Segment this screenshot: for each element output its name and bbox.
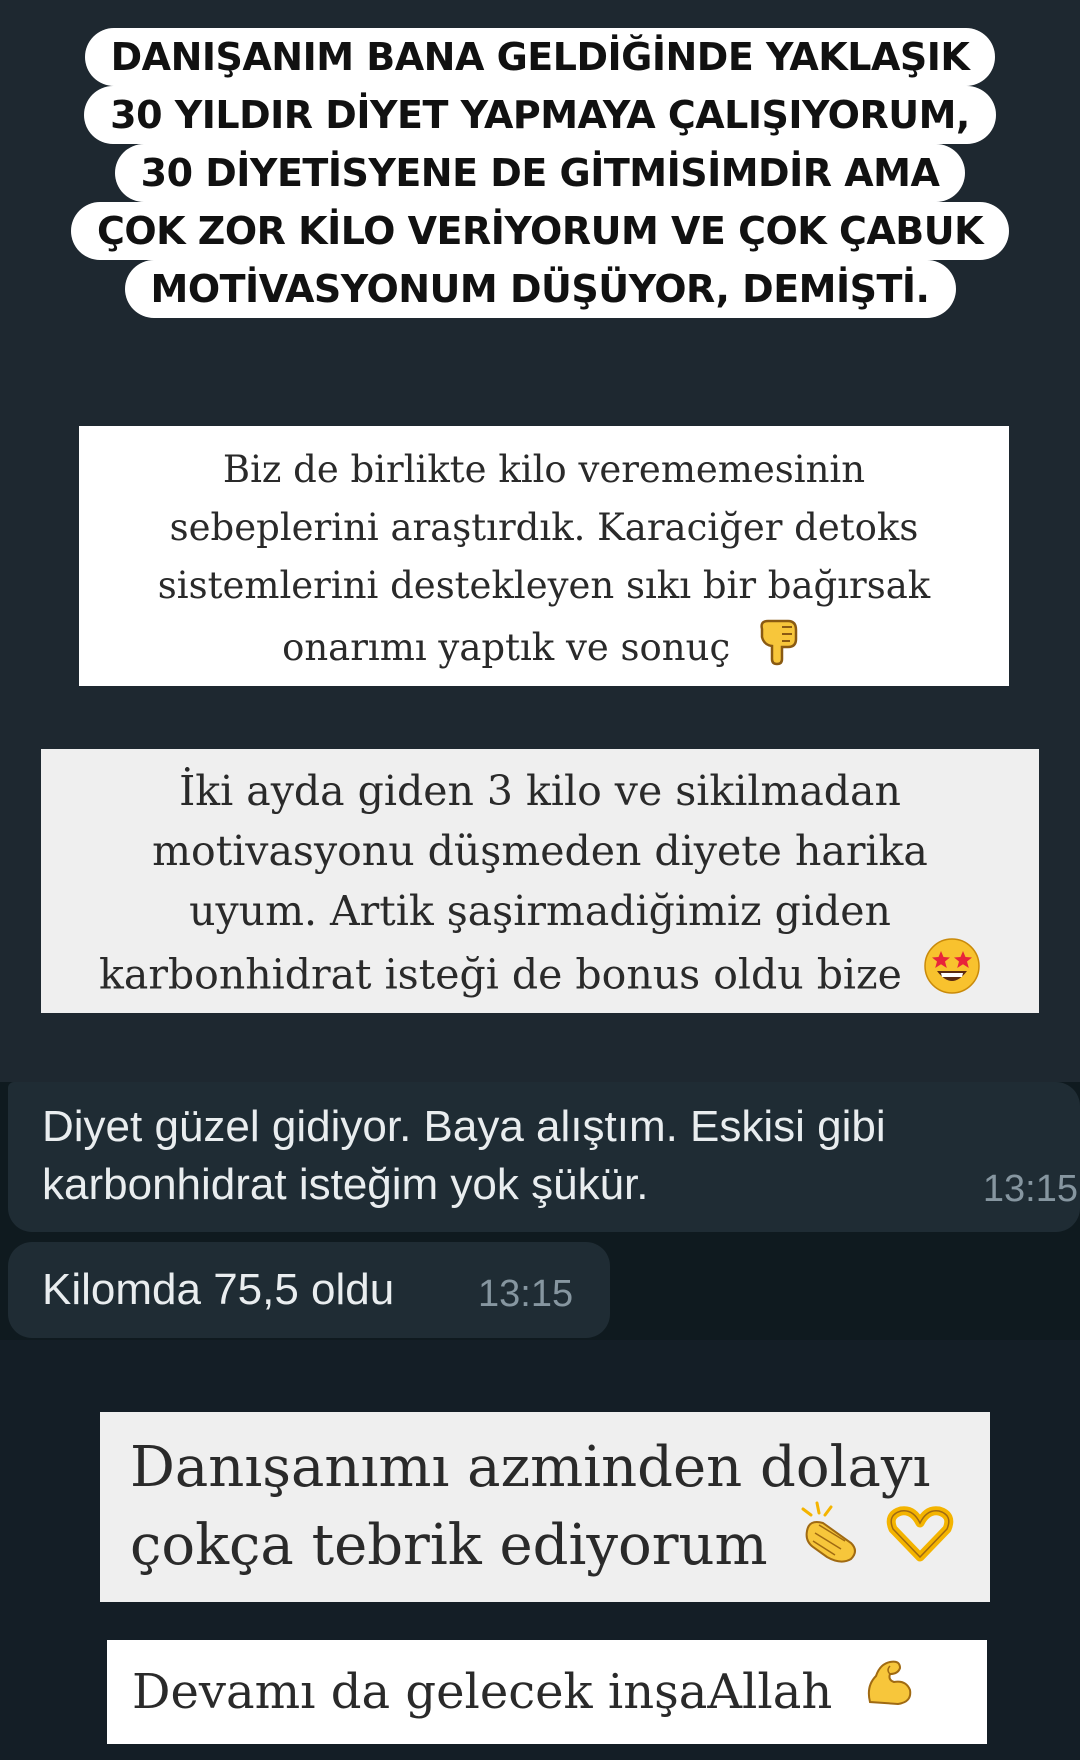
story-text-card-1: Biz de birlikte kilo verememesinin sebep… [79,426,1009,686]
message-timestamp: 13:15 [478,1273,574,1315]
card-line: sebeplerini araştırdık. Karaciğer detoks [169,506,919,549]
card-line: Biz de birlikte kilo verememesinin [222,448,866,491]
flexed-biceps-icon [862,1640,914,1744]
card-line: karbonhidrat isteği de bonus oldu bize [99,950,902,999]
card-line: Devamı da gelecek inşaAllah [132,1664,833,1720]
clapping-hands-icon [797,1501,867,1586]
chat-message-bubble: Diyet güzel gidiyor. Baya alıştım. Eskis… [8,1082,1080,1232]
headline-line: 30 DİYETİSYENE DE GİTMİSİMDİR AMA [114,144,966,202]
card-line: uyum. Artik şaşirmadiğimiz giden [189,887,891,935]
headline: DANIŞANIM BANA GELDİĞİNDE YAKLAŞIK 30 YI… [0,28,1080,318]
message-timestamp: 13:15 [982,1168,1078,1210]
card-line: sistemlerini destekleyen sıkı bir bağırs… [157,564,931,607]
chat-message-bubble: Kilomda 75,5 oldu 13:15 [8,1242,610,1338]
headline-line: 30 YILDIR DİYET YAPMAYA ÇALIŞIYORUM, [84,86,996,144]
card-line: onarımı yaptık ve sonuç [282,626,731,669]
card-line: Danışanımı azminden dolayı [130,1435,931,1500]
star-struck-face-icon [923,937,981,1011]
card-line: motivasyonu düşmeden diyete harika [152,827,928,875]
headline-line: MOTİVASYONUM DÜŞÜYOR, DEMİŞTİ. [124,260,956,318]
story-text-card-2: İki ayda giden 3 kilo ve sikilmadan moti… [41,749,1039,1013]
card-line-with-emoji: çokça tebrik ediyorum [130,1501,960,1592]
story-text-card-4: Devamı da gelecek inşaAllah [107,1640,987,1744]
card-line-with-emoji: onarımı yaptık ve sonuç [95,615,993,686]
card-line: çokça tebrik ediyorum [130,1513,768,1578]
headline-line: DANIŞANIM BANA GELDİĞİNDE YAKLAŞIK [84,28,996,86]
card-line-with-emoji: karbonhidrat isteği de bonus oldu bize [61,938,1019,1015]
message-text: Kilomda 75,5 oldu [42,1265,395,1314]
pointing-down-hand-icon [752,613,806,684]
headline-line: ÇOK ZOR KİLO VERİYORUM VE ÇOK ÇABUK [70,202,1010,260]
heart-hands-icon [885,1503,955,1584]
message-line: Diyet güzel gidiyor. Baya alıştım. Eskis… [42,1102,886,1151]
message-line: karbonhidrat isteğim yok şükür. [42,1160,649,1209]
card-line: İki ayda giden 3 kilo ve sikilmadan [179,767,901,815]
story-text-card-3: Danışanımı azminden dolayı çokça tebrik … [100,1412,990,1602]
